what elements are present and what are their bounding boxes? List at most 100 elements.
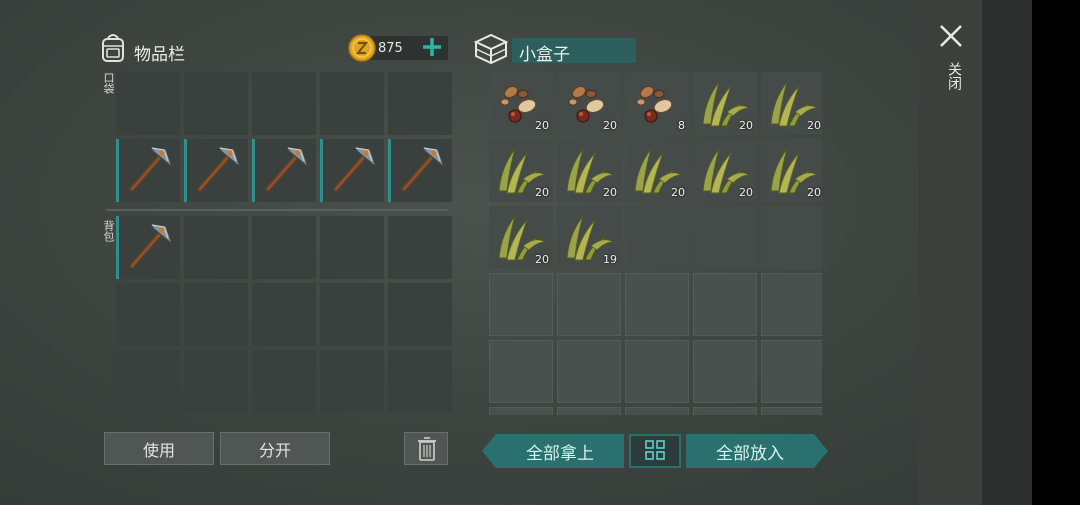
inventory-title: 物品栏: [134, 45, 185, 65]
item-count: 8: [678, 119, 685, 132]
box-slot[interactable]: [693, 340, 757, 403]
box-slot[interactable]: 20: [557, 72, 621, 135]
pocket-slot[interactable]: [388, 139, 452, 202]
box-slot[interactable]: [489, 407, 553, 415]
trash-icon: [418, 437, 436, 461]
pocket-slot[interactable]: [116, 139, 180, 202]
pocket-label: 口袋: [102, 72, 115, 94]
backpack-slot[interactable]: [320, 283, 384, 346]
put-all-button[interactable]: 全部放入: [686, 434, 814, 468]
trash-button[interactable]: [404, 432, 448, 465]
backpack-slot[interactable]: [388, 350, 452, 413]
box-slot[interactable]: 8: [625, 72, 689, 135]
item-count: 20: [603, 186, 617, 199]
backpack-slot[interactable]: [184, 216, 248, 279]
box-icon: [473, 33, 509, 65]
backpack-slot[interactable]: [252, 350, 316, 413]
pocket-slot[interactable]: [252, 139, 316, 202]
box-slot[interactable]: [625, 206, 689, 269]
box-slot[interactable]: [625, 273, 689, 336]
box-slot[interactable]: [693, 206, 757, 269]
coin-count: 875: [378, 41, 403, 56]
close-label: 关闭: [946, 62, 962, 90]
pocket-slot[interactable]: [184, 139, 248, 202]
item-count: 20: [739, 186, 753, 199]
box-slot[interactable]: 20: [489, 139, 553, 202]
backpack-slot[interactable]: [320, 216, 384, 279]
backpack-label: 背包: [102, 220, 115, 242]
backpack-slot[interactable]: [388, 283, 452, 346]
pickaxe-icon: [129, 146, 174, 192]
box-slot[interactable]: [693, 273, 757, 336]
box-slot[interactable]: [625, 407, 689, 415]
pocket-slot[interactable]: [184, 72, 248, 135]
box-slot[interactable]: [761, 407, 822, 415]
box-slot[interactable]: 20: [761, 72, 822, 135]
inventory-header: 物品栏 875: [98, 30, 448, 70]
box-slot[interactable]: 20: [557, 139, 621, 202]
box-slot[interactable]: [761, 273, 822, 336]
box-slot[interactable]: [557, 407, 621, 415]
separator: [106, 209, 448, 211]
box-slot[interactable]: [761, 206, 822, 269]
box-slot[interactable]: [693, 407, 757, 415]
backpack-slot[interactable]: [252, 283, 316, 346]
pocket-slot[interactable]: [320, 72, 384, 135]
close-icon: [940, 25, 962, 47]
box-title: 小盒子: [519, 45, 570, 65]
backpack-slot[interactable]: [184, 283, 248, 346]
item-count: 20: [671, 186, 685, 199]
pickaxe-icon: [129, 223, 174, 269]
box-header: 小盒子: [472, 30, 642, 70]
box-slot[interactable]: 20: [625, 139, 689, 202]
coin-icon: [348, 34, 376, 62]
box-slot[interactable]: 20: [489, 206, 553, 269]
item-count: 19: [603, 253, 617, 266]
grid-icon: [645, 440, 665, 460]
box-slot[interactable]: [557, 340, 621, 403]
box-scroll-area[interactable]: 20 20 8 20 20 20 20 20 20 20 20 19: [488, 70, 822, 415]
backpack-icon: [102, 34, 124, 62]
split-button[interactable]: 分开: [220, 432, 330, 465]
item-count: 20: [807, 119, 821, 132]
box-slot[interactable]: 20: [693, 72, 757, 135]
item-count: 20: [603, 119, 617, 132]
backpack-slot[interactable]: [252, 216, 316, 279]
take-all-button[interactable]: 全部拿上: [496, 434, 624, 468]
box-slot[interactable]: 20: [693, 139, 757, 202]
add-coins-button[interactable]: [420, 35, 444, 59]
screen-edge: [982, 0, 1032, 505]
pocket-slot[interactable]: [388, 72, 452, 135]
box-slot[interactable]: [761, 340, 822, 403]
box-slot[interactable]: 20: [489, 72, 553, 135]
pocket-slot[interactable]: [320, 139, 384, 202]
box-slot[interactable]: [557, 273, 621, 336]
item-count: 20: [807, 186, 821, 199]
item-count: 20: [535, 186, 549, 199]
box-slot[interactable]: [489, 340, 553, 403]
pickaxe-icon: [401, 146, 446, 192]
pocket-grid: [116, 72, 452, 202]
backpack-slot[interactable]: [184, 350, 248, 413]
backpack-slot[interactable]: [116, 216, 180, 279]
pocket-slot[interactable]: [252, 72, 316, 135]
pocket-slot[interactable]: [116, 72, 180, 135]
pickaxe-icon: [265, 146, 310, 192]
box-slot[interactable]: [625, 340, 689, 403]
item-count: 20: [535, 119, 549, 132]
backpack-slot[interactable]: [116, 350, 180, 413]
backpack-slot[interactable]: [320, 350, 384, 413]
item-count: 20: [535, 253, 549, 266]
backpack-grid: [116, 216, 452, 413]
sort-button[interactable]: [629, 434, 681, 468]
use-button[interactable]: 使用: [104, 432, 214, 465]
item-count: 20: [739, 119, 753, 132]
pickaxe-icon: [197, 146, 242, 192]
backpack-slot[interactable]: [388, 216, 452, 279]
box-slot[interactable]: 20: [761, 139, 822, 202]
box-grid: 20 20 8 20 20 20 20 20 20 20 20 19: [489, 72, 822, 415]
backpack-slot[interactable]: [116, 283, 180, 346]
box-slot[interactable]: [489, 273, 553, 336]
screen-border: [1032, 0, 1080, 505]
box-slot[interactable]: 19: [557, 206, 621, 269]
